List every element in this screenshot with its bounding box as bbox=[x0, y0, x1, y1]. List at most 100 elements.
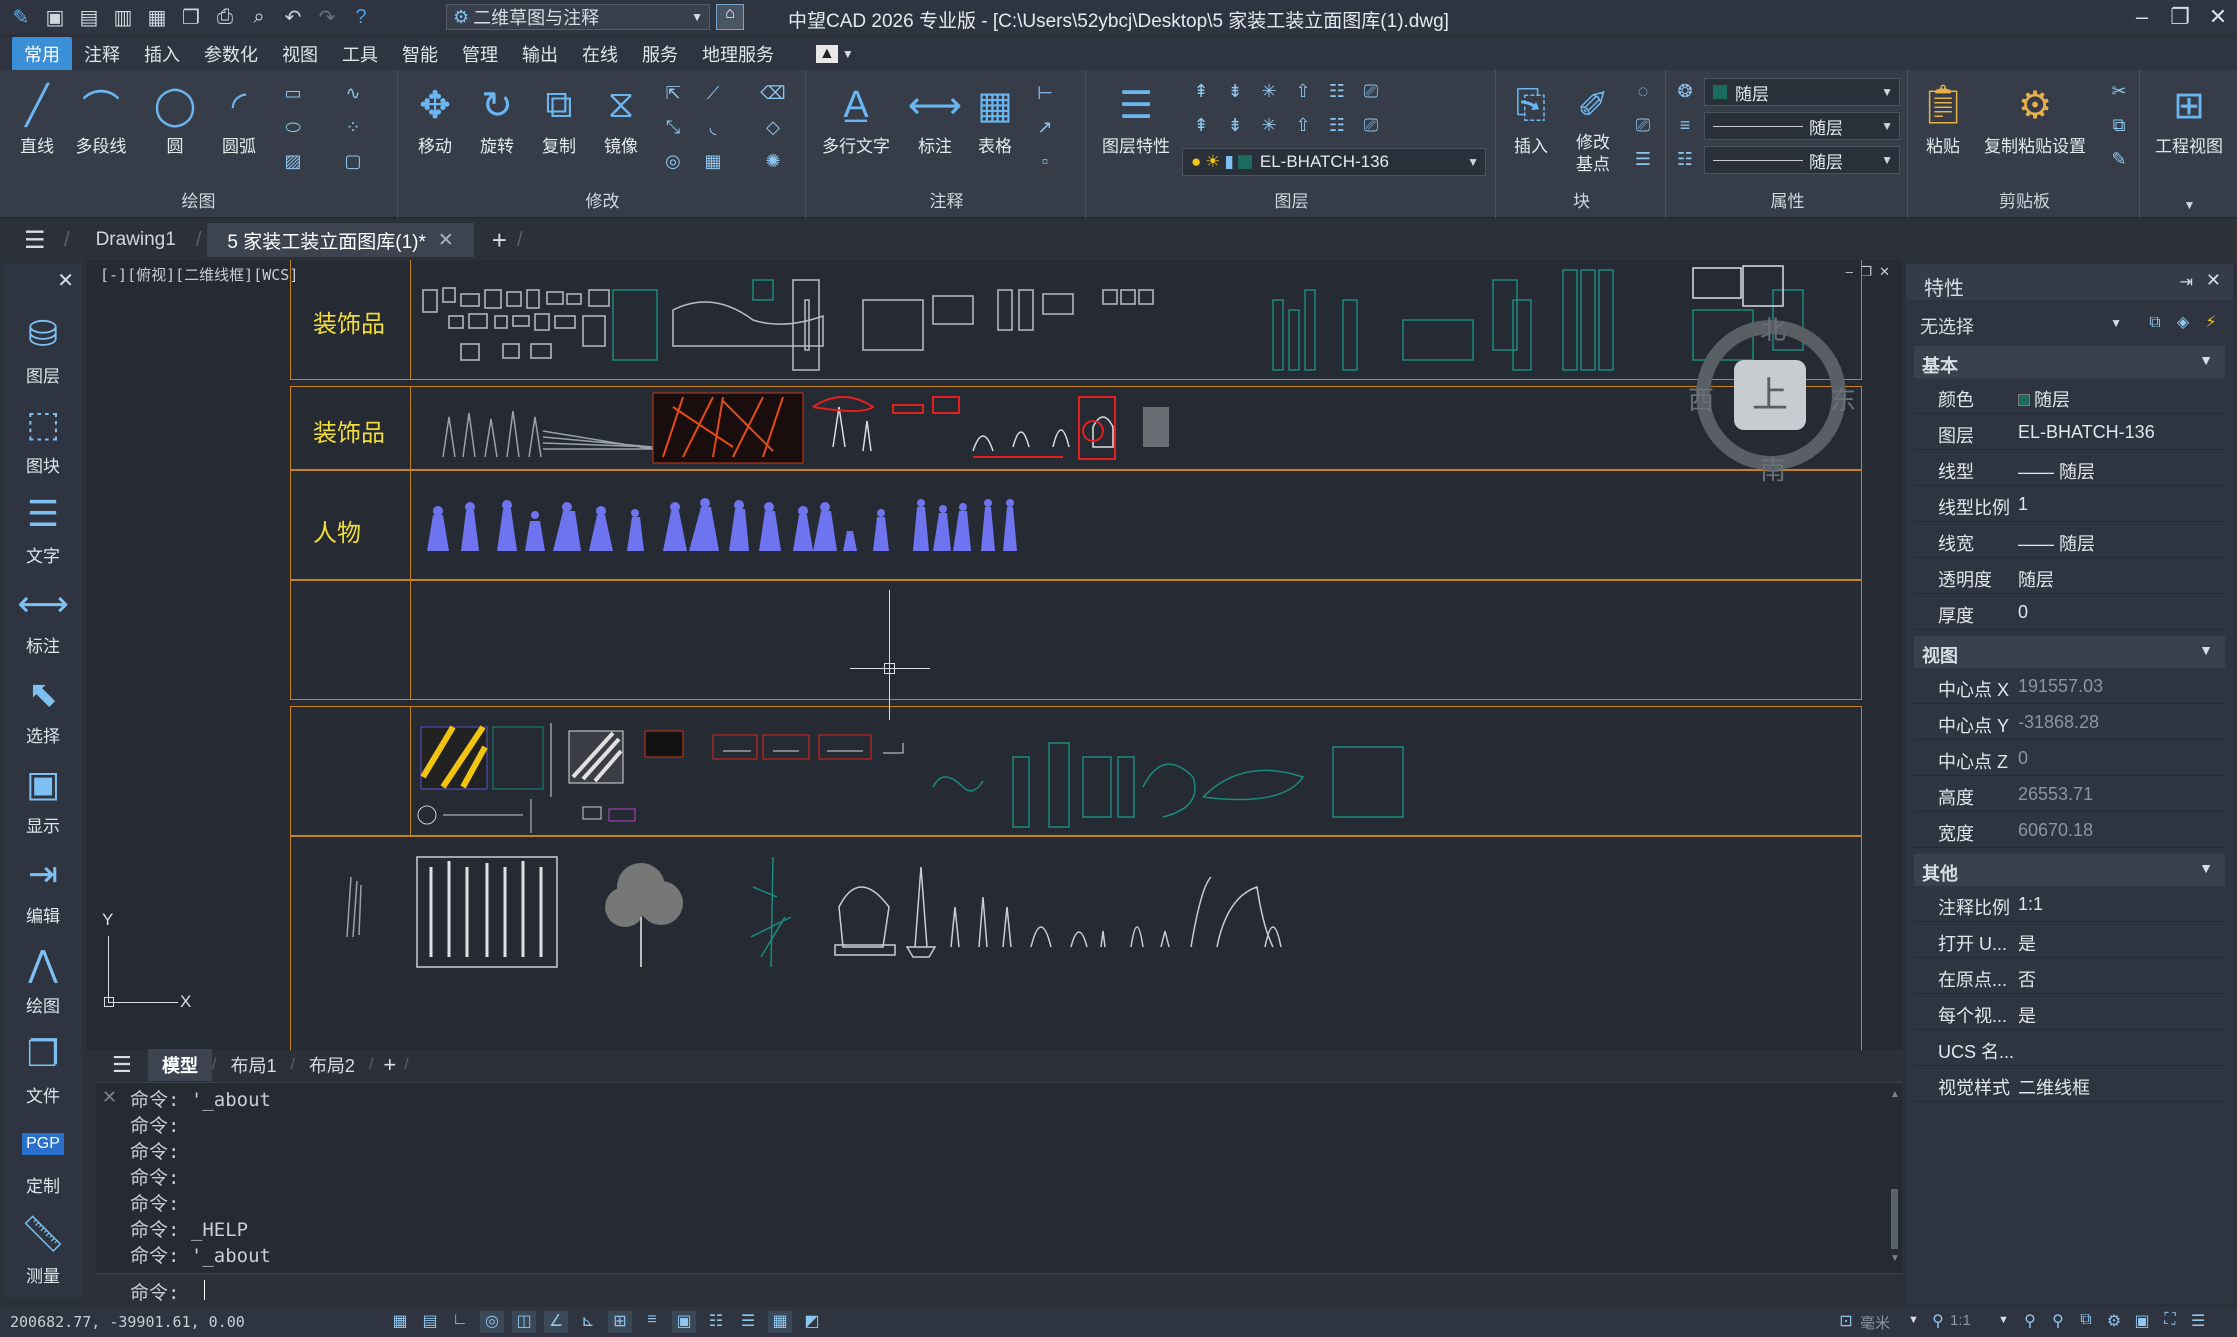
tab-online[interactable]: 在线 bbox=[570, 37, 630, 71]
help-icon[interactable]: ? bbox=[348, 4, 374, 30]
chevron-down-icon[interactable]: ▼ bbox=[1908, 1314, 1919, 1326]
layer-tool-icon-1[interactable]: ⇞ bbox=[1188, 78, 1214, 104]
tab-service[interactable]: 服务 bbox=[630, 37, 690, 71]
command-input[interactable]: 命令: bbox=[96, 1273, 1902, 1305]
customize-menu-icon[interactable]: ☰ bbox=[2186, 1311, 2210, 1333]
layer-tool-icon-2[interactable]: ⇟ bbox=[1222, 78, 1248, 104]
osnap-icon[interactable]: ◫ bbox=[512, 1311, 536, 1333]
ellipse-icon[interactable]: ⬭ bbox=[280, 114, 306, 140]
section-other[interactable]: 其他 ▼ bbox=[1914, 854, 2225, 886]
prop-ucs-name[interactable]: UCS 名... bbox=[1914, 1030, 2225, 1066]
close-icon[interactable]: ✕ bbox=[57, 268, 74, 293]
tool-dimension[interactable]: ⟷ 标注 bbox=[10, 576, 76, 660]
region-icon[interactable]: ▢ bbox=[340, 148, 366, 174]
hatch-icon[interactable]: ▨ bbox=[280, 148, 306, 174]
tool-text[interactable]: ☰ 文字 bbox=[10, 486, 76, 570]
arc-button[interactable]: ◜ 圆弧 bbox=[210, 78, 268, 157]
eraser-icon[interactable]: ◇ bbox=[760, 114, 786, 140]
create-block-icon[interactable]: ◌ bbox=[1630, 78, 1656, 104]
offset-icon[interactable]: ◎ bbox=[660, 148, 686, 174]
prop-linetype[interactable]: 线型 —— 随层 bbox=[1914, 450, 2225, 486]
fillet-icon[interactable]: ◟ bbox=[700, 114, 726, 140]
section-basic[interactable]: 基本 ▼ bbox=[1914, 346, 2225, 378]
workspace-dropdown[interactable]: ⚙ 二维草图与注释 ▼ bbox=[446, 4, 710, 30]
prop-center-z[interactable]: 中心点 Z 0 bbox=[1914, 740, 2225, 776]
linetype-dropdown[interactable]: 随层 ▼ bbox=[1704, 112, 1900, 140]
command-scrollbar[interactable]: ▲ ▼ bbox=[1888, 1089, 1900, 1267]
auto-scale-icon[interactable]: ⚲ bbox=[2046, 1311, 2070, 1333]
close-button[interactable]: ✕ bbox=[2200, 4, 2236, 30]
rectangle-icon[interactable]: ▭ bbox=[280, 80, 306, 106]
prop-ucs-at-origin[interactable]: 在原点... 否 bbox=[1914, 958, 2225, 994]
tab-geo-service[interactable]: 地理服务 bbox=[690, 37, 786, 71]
lineweight-dropdown[interactable]: 随层 ▼ bbox=[1704, 146, 1900, 174]
view-cube-top-face[interactable]: 上 bbox=[1734, 360, 1806, 430]
mirror-button[interactable]: ⧖ 镜像 bbox=[592, 78, 650, 157]
selection-dropdown[interactable]: 无选择 ▼ bbox=[1916, 308, 2126, 338]
layer-tool-icon-6[interactable]: ⎚ bbox=[1358, 78, 1384, 104]
prop-thickness[interactable]: 厚度 0 bbox=[1914, 594, 2225, 630]
tab-annotate[interactable]: 注释 bbox=[72, 37, 132, 71]
settings-gear-icon[interactable]: ⚙ bbox=[2102, 1311, 2126, 1333]
layer-tool-icon-8[interactable]: ⇟ bbox=[1222, 112, 1248, 138]
insert-block-button[interactable]: ⎘ 插入 bbox=[1502, 78, 1560, 157]
prop-transparency[interactable]: 透明度 随层 bbox=[1914, 558, 2225, 594]
layer-group-label[interactable]: 图层 bbox=[1088, 187, 1495, 212]
match-properties-icon[interactable]: ❂ bbox=[1672, 78, 1698, 104]
add-tab-icon[interactable]: + bbox=[492, 225, 507, 256]
prop-layer[interactable]: 图层 EL-BHATCH-136 bbox=[1914, 414, 2225, 450]
toggle-pickadd-icon[interactable]: ⧉ bbox=[2142, 310, 2168, 336]
add-layout-icon[interactable]: + bbox=[383, 1052, 396, 1078]
close-icon[interactable]: ✕ bbox=[2206, 270, 2221, 291]
annotation-scale-label[interactable]: 1:1 bbox=[1950, 1312, 1971, 1329]
copy-clip-icon[interactable]: ⧉ bbox=[2106, 112, 2132, 138]
compass-north[interactable]: 北 bbox=[1760, 310, 1786, 347]
doc-tab-library[interactable]: 5 家装工装立面图库(1)* ✕ bbox=[207, 223, 474, 257]
chevron-down-icon[interactable]: ▼ bbox=[842, 47, 854, 61]
print-icon[interactable]: ⎙ bbox=[212, 4, 238, 30]
select-objects-icon[interactable]: ◈ bbox=[2170, 310, 2196, 336]
prop-ucs-icon-on[interactable]: 打开 U... 是 bbox=[1914, 922, 2225, 958]
layer-tool-icon-11[interactable]: ☷ bbox=[1324, 112, 1350, 138]
lineweight-icon[interactable]: ≡ bbox=[640, 1311, 664, 1333]
tool-display[interactable]: ▣ 显示 bbox=[10, 756, 76, 840]
lineweight-icon[interactable]: ≡ bbox=[1672, 112, 1698, 138]
transparency-icon[interactable]: ▣ bbox=[672, 1311, 696, 1333]
color-dropdown[interactable]: 随层 ▼ bbox=[1704, 78, 1900, 106]
ortho-icon[interactable]: ∟ bbox=[448, 1311, 472, 1333]
paste-button[interactable]: 📋︎ 粘贴 bbox=[1914, 78, 1972, 157]
leader-icon[interactable]: ↗ bbox=[1032, 114, 1058, 140]
explode-icon[interactable]: ✺ bbox=[760, 148, 786, 174]
tab-manage[interactable]: 管理 bbox=[450, 37, 510, 71]
erase-icon[interactable]: ⌫ bbox=[760, 80, 786, 106]
save-as-icon[interactable]: ▦ bbox=[144, 4, 170, 30]
section-view[interactable]: 视图 ▼ bbox=[1914, 636, 2225, 668]
cut-icon[interactable]: ✂ bbox=[2106, 78, 2132, 104]
annotation-scale-icon[interactable]: ⚲ bbox=[1926, 1311, 1950, 1333]
annotation-monitor-icon[interactable]: ☰ bbox=[736, 1311, 760, 1333]
array-icon[interactable]: ▦ bbox=[700, 148, 726, 174]
prop-color[interactable]: 颜色 随层 bbox=[1914, 378, 2225, 414]
print-preview-icon[interactable]: ⌕ bbox=[246, 4, 272, 30]
prop-center-y[interactable]: 中心点 Y -31868.28 bbox=[1914, 704, 2225, 740]
prop-height[interactable]: 高度 26553.71 bbox=[1914, 776, 2225, 812]
grid-icon[interactable]: ▤ bbox=[418, 1311, 442, 1333]
properties-group-label[interactable]: 属性 bbox=[1668, 187, 1907, 212]
mtext-button[interactable]: A̲ 多行文字 bbox=[814, 78, 898, 157]
tab-model[interactable]: 模型 bbox=[148, 1049, 212, 1081]
annotate-group-label[interactable]: 注释 bbox=[808, 187, 1085, 212]
tool-block[interactable]: ⬚ 图块 bbox=[10, 396, 76, 480]
quick-props-icon[interactable]: ◩ bbox=[800, 1311, 824, 1333]
hamburger-menu-icon[interactable]: ☰ bbox=[24, 226, 64, 255]
open-folder-icon[interactable]: ▤ bbox=[76, 4, 102, 30]
layer-tool-icon-12[interactable]: ⎚ bbox=[1358, 112, 1384, 138]
annotation-visibility-icon[interactable]: ⚲ bbox=[2018, 1311, 2042, 1333]
tool-select[interactable]: ⬉ 选择 bbox=[10, 666, 76, 750]
prop-annotation-scale[interactable]: 注释比例 1:1 bbox=[1914, 886, 2225, 922]
modify-group-label[interactable]: 修改 bbox=[400, 187, 805, 212]
scale-icon[interactable]: ⤡ bbox=[660, 114, 686, 140]
hardware-accel-icon[interactable]: ▣ bbox=[2130, 1311, 2154, 1333]
line-button[interactable]: ╱ 直线 bbox=[8, 78, 66, 157]
layer-tool-icon-9[interactable]: ✳ bbox=[1256, 112, 1282, 138]
prop-lineweight[interactable]: 线宽 —— 随层 bbox=[1914, 522, 2225, 558]
